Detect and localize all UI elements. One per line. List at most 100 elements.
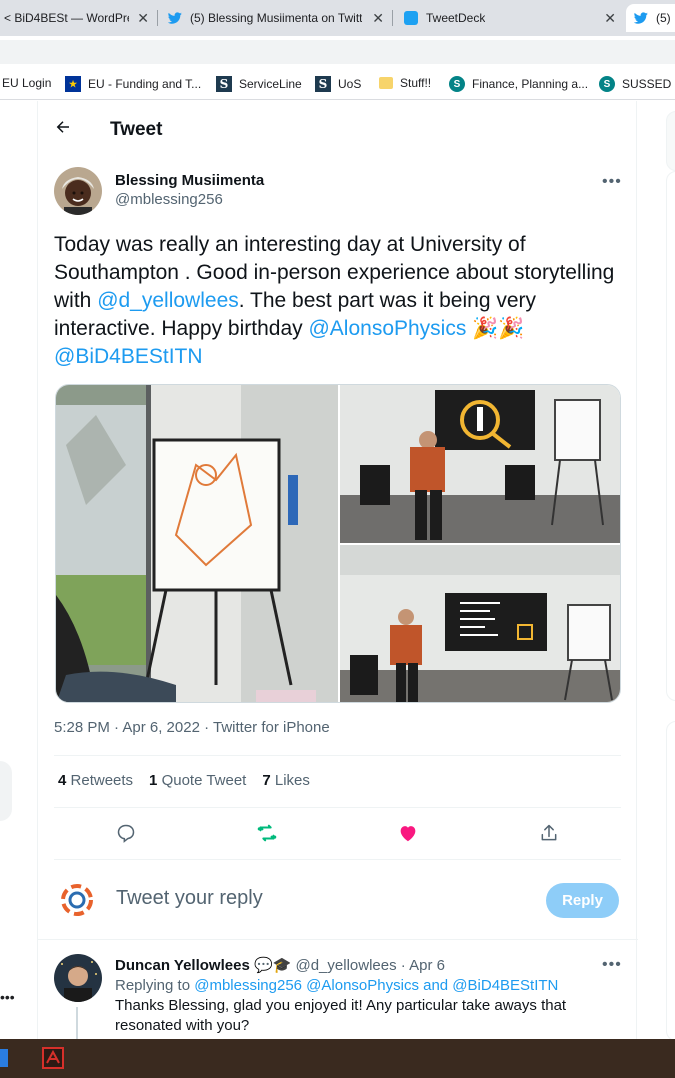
- bookmark-label: Finance, Planning a...: [472, 77, 589, 91]
- taskbar: [0, 1039, 675, 1078]
- bookmark-label: EU - Funding and T...: [88, 77, 202, 91]
- sharepoint-icon: S: [599, 76, 615, 92]
- tweet-photo-grid: [55, 384, 621, 703]
- like-heart-icon[interactable]: [396, 821, 420, 845]
- mention-link[interactable]: @d_yellowlees: [97, 289, 239, 312]
- likes-stat[interactable]: 7 Likes: [262, 772, 310, 789]
- bookmark-label: Stuff!!: [400, 76, 432, 90]
- author-name[interactable]: Blessing Musiimenta: [115, 172, 264, 189]
- tweet-photo-3[interactable]: [340, 545, 620, 702]
- s-icon: S: [216, 76, 232, 92]
- page-title: Tweet: [110, 119, 163, 140]
- tweet-author[interactable]: Blessing Musiimenta @mblessing256: [115, 172, 264, 208]
- likes-count: 7: [262, 772, 271, 789]
- tweet-timestamp[interactable]: 5:28 PM · Apr 6, 2022 · Twitter for iPho…: [54, 719, 330, 736]
- replying-to-prefix: Replying to: [115, 977, 195, 994]
- author-handle[interactable]: @mblessing256: [115, 191, 264, 208]
- address-bar-area: [0, 36, 675, 68]
- tab-wordpress[interactable]: < BiD4BESt — WordPre ✕: [0, 4, 155, 32]
- tweet-photo-2[interactable]: [340, 385, 620, 543]
- bookmark-label: UoS: [338, 77, 362, 91]
- divider: [54, 755, 621, 756]
- tweetdeck-icon: [404, 11, 418, 25]
- tab-tweetdeck[interactable]: TweetDeck ✕: [396, 4, 622, 32]
- twitter-page: ••• Tweet Blessing Musiimenta @mblessing…: [0, 101, 675, 1041]
- retweets-count: 4: [58, 772, 67, 789]
- reply-text: Thanks Blessing, glad you enjoyed it! An…: [115, 997, 567, 1034]
- mention-link[interactable]: @BiD4BEStITN: [54, 345, 203, 368]
- search-box-edge[interactable]: [666, 111, 675, 171]
- s-icon: S: [315, 76, 331, 92]
- reply-icon[interactable]: [114, 821, 138, 845]
- reply-input[interactable]: Tweet your reply: [116, 887, 263, 910]
- tab-separator: [392, 10, 393, 26]
- bookmark-uos[interactable]: S UoS: [315, 76, 361, 92]
- tweet-actions: [54, 811, 621, 855]
- author-badges: 💬🎓: [253, 957, 292, 974]
- acrobat-icon[interactable]: [42, 1047, 64, 1069]
- bookmark-finance[interactable]: S Finance, Planning a...: [449, 76, 588, 92]
- twitter-bird-icon: [168, 12, 182, 24]
- tab-title: (5) Blessing Musiimenta on Twitt: [190, 11, 362, 25]
- reply-button[interactable]: Reply: [546, 883, 619, 918]
- avatar[interactable]: [54, 954, 102, 1002]
- eu-flag-icon: ★: [65, 76, 81, 92]
- quotes-label: Quote Tweet: [161, 772, 247, 789]
- party-emoji: 🎉🎉: [472, 317, 525, 340]
- back-arrow-icon[interactable]: [54, 118, 94, 142]
- close-icon[interactable]: ✕: [372, 10, 384, 27]
- quotes-stat[interactable]: 1 Quote Tweet: [149, 772, 246, 789]
- tweet-column: Tweet Blessing Musiimenta @mblessing256 …: [37, 101, 638, 1039]
- reply-author-name[interactable]: Duncan Yellowlees: [115, 957, 250, 974]
- retweets-stat[interactable]: 4 Retweets: [58, 772, 133, 789]
- tab-twitter-profile[interactable]: (5) Blessing Musiimenta on Twitt ✕: [160, 4, 390, 32]
- tab-separator: [157, 10, 158, 26]
- reply-tweet: Duncan Yellowlees 💬🎓 @d_yellowlees · Apr…: [115, 956, 615, 1036]
- twitter-bird-icon: [634, 12, 648, 24]
- close-icon[interactable]: ✕: [137, 10, 149, 27]
- thread-line: [76, 1007, 78, 1039]
- tab-title: < BiD4BESt — WordPre: [4, 11, 129, 25]
- sharepoint-icon: S: [449, 76, 465, 92]
- tab-title: TweetDeck: [426, 11, 486, 25]
- reply-composer: Tweet your reply Reply: [54, 871, 621, 927]
- tweet-stats: 4 Retweets 1 Quote Tweet 7 Likes: [58, 772, 310, 789]
- replying-to-links[interactable]: @mblessing256 @AlonsoPhysics and @BiD4BE…: [194, 977, 558, 994]
- retweets-label: Retweets: [70, 772, 134, 789]
- bookmark-stuff[interactable]: Stuff!!: [379, 76, 431, 90]
- likes-label: Likes: [274, 772, 310, 789]
- divider: [54, 859, 621, 860]
- folder-icon: [379, 77, 393, 89]
- bookmark-eu-login[interactable]: EU Login: [2, 76, 51, 90]
- right-card-edge: [666, 171, 675, 701]
- bookmark-eu-funding[interactable]: ★ EU - Funding and T...: [65, 76, 201, 92]
- divider: [38, 939, 638, 940]
- bookmark-serviceline[interactable]: S ServiceLine: [216, 76, 302, 92]
- bookmark-label: EU Login: [2, 76, 52, 90]
- retweet-icon[interactable]: [255, 821, 279, 845]
- reply-author-handle-date[interactable]: @d_yellowlees · Apr 6: [295, 957, 444, 974]
- tab-twitter-active[interactable]: (5): [626, 4, 675, 32]
- avatar[interactable]: [54, 167, 102, 215]
- more-options-icon[interactable]: •••: [602, 173, 622, 191]
- bookmark-label: ServiceLine: [239, 77, 302, 91]
- tab-title: (5): [656, 11, 671, 25]
- browser-tab-bar: < BiD4BESt — WordPre ✕ (5) Blessing Musi…: [0, 0, 675, 36]
- bookmark-label: SUSSED: [622, 77, 672, 91]
- share-icon[interactable]: [537, 821, 561, 845]
- close-icon[interactable]: ✕: [604, 10, 616, 27]
- right-card-edge-2: [666, 721, 675, 1041]
- sidebar-edge: [0, 761, 12, 821]
- more-options-icon[interactable]: •••: [602, 956, 622, 974]
- start-icon[interactable]: [0, 1047, 16, 1069]
- more-icon[interactable]: •••: [0, 989, 15, 1005]
- tweet-photo-1[interactable]: [56, 385, 338, 702]
- tweet-header: Tweet: [54, 117, 162, 143]
- address-bar[interactable]: [0, 40, 675, 64]
- mention-link[interactable]: @AlonsoPhysics: [308, 317, 466, 340]
- avatar[interactable]: [56, 879, 98, 921]
- bookmark-sussed[interactable]: S SUSSED: [599, 76, 671, 92]
- divider: [54, 807, 621, 808]
- tweet-text: Today was really an interesting day at U…: [54, 231, 624, 371]
- quotes-count: 1: [149, 772, 158, 789]
